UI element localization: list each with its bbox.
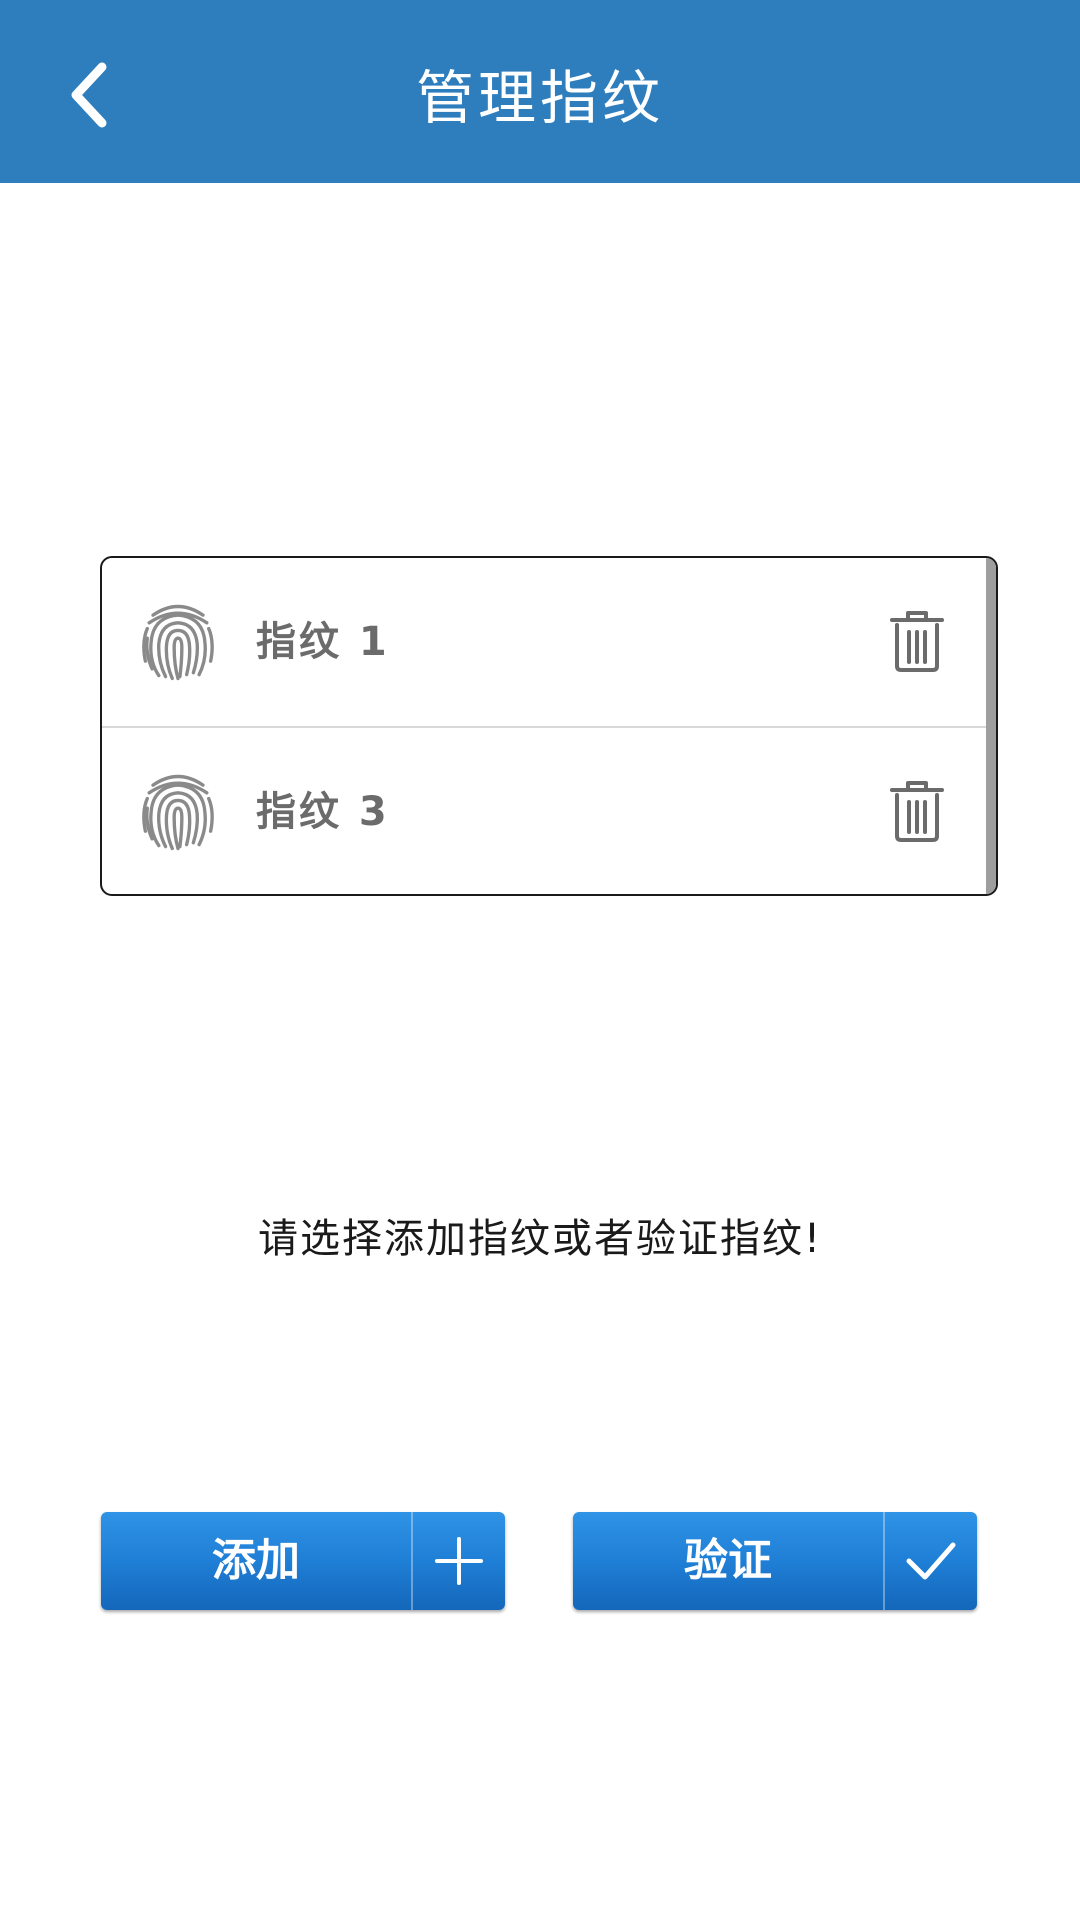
check-icon <box>906 1542 956 1580</box>
trash-icon[interactable] <box>882 776 952 846</box>
fingerprint-list: 指纹 1 指纹 3 <box>100 556 998 896</box>
verify-button[interactable]: 验证 <box>573 1512 977 1610</box>
check-icon-wrap <box>885 1512 977 1610</box>
page-title: 管理指纹 <box>415 64 664 132</box>
trash-icon[interactable] <box>882 606 952 676</box>
list-scrollbar[interactable] <box>986 558 996 894</box>
fingerprint-label: 指纹 1 <box>256 619 390 665</box>
list-item[interactable]: 指纹 1 <box>102 558 990 728</box>
fingerprint-icon <box>142 774 214 851</box>
fingerprint-label: 指纹 3 <box>256 789 390 835</box>
fingerprint-icon <box>142 604 214 681</box>
instruction-text: 请选择添加指纹或者验证指纹! <box>257 1216 823 1262</box>
add-button-label: 添加 <box>212 1535 300 1586</box>
verify-button-label: 验证 <box>684 1535 772 1586</box>
app-header: 管理指纹 <box>0 0 1080 183</box>
add-button[interactable]: 添加 <box>101 1512 505 1610</box>
plus-icon <box>435 1537 483 1585</box>
list-item[interactable]: 指纹 3 <box>102 728 990 894</box>
plus-icon-wrap <box>413 1512 505 1610</box>
